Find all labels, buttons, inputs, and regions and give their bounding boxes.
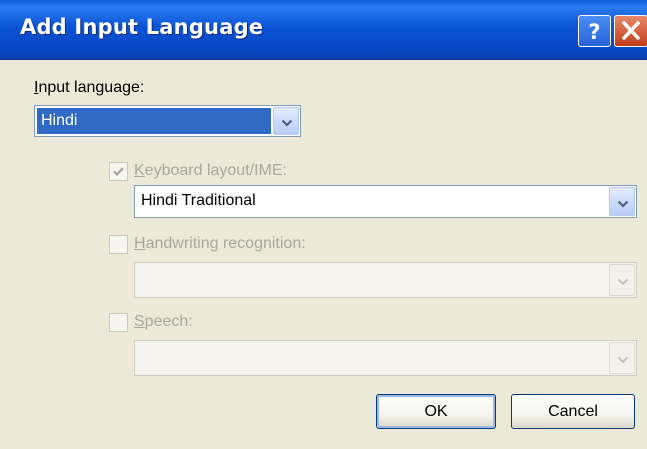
speech-dropdown-button[interactable]: [609, 342, 635, 374]
dialog-title: Add Input Language: [20, 15, 264, 39]
keyboard-layout-checkbox[interactable]: [109, 162, 128, 181]
keyboard-layout-value: Hindi Traditional: [141, 192, 256, 209]
svg-text:?: ?: [588, 20, 600, 44]
cancel-button[interactable]: Cancel: [511, 394, 635, 429]
question-mark-icon: ?: [588, 20, 600, 44]
speech-label: Speech:: [134, 313, 193, 330]
keyboard-layout-label: Keyboard layout/IME:: [134, 162, 287, 179]
input-language-dropdown-button[interactable]: [273, 107, 299, 135]
keyboard-layout-select[interactable]: Hindi Traditional: [134, 185, 637, 218]
input-language-select[interactable]: Hindi: [34, 105, 301, 137]
help-button[interactable]: ?: [578, 15, 611, 47]
handwriting-recognition-label: Handwriting recognition:: [134, 235, 306, 252]
handwriting-recognition-checkbox[interactable]: [109, 235, 128, 254]
close-icon: [622, 21, 640, 40]
speech-select[interactable]: [134, 340, 637, 376]
chevron-down-icon: [617, 200, 629, 208]
title-bar[interactable]: Add Input Language ?: [0, 0, 647, 60]
handwriting-recognition-select[interactable]: [134, 262, 637, 298]
checkmark-icon: [113, 167, 124, 177]
ok-button[interactable]: OK: [376, 394, 496, 429]
chevron-down-icon: [617, 356, 629, 364]
input-language-label: Input language:: [34, 79, 145, 96]
input-language-value: Hindi: [37, 108, 271, 134]
close-button[interactable]: [614, 15, 647, 47]
add-input-language-dialog: Add Input Language ? Input language: Hin…: [0, 0, 647, 449]
handwriting-dropdown-button[interactable]: [609, 264, 635, 296]
chevron-down-icon: [617, 278, 629, 286]
keyboard-layout-dropdown-button[interactable]: [609, 187, 635, 216]
speech-checkbox[interactable]: [109, 313, 128, 332]
chevron-down-icon: [281, 119, 293, 127]
